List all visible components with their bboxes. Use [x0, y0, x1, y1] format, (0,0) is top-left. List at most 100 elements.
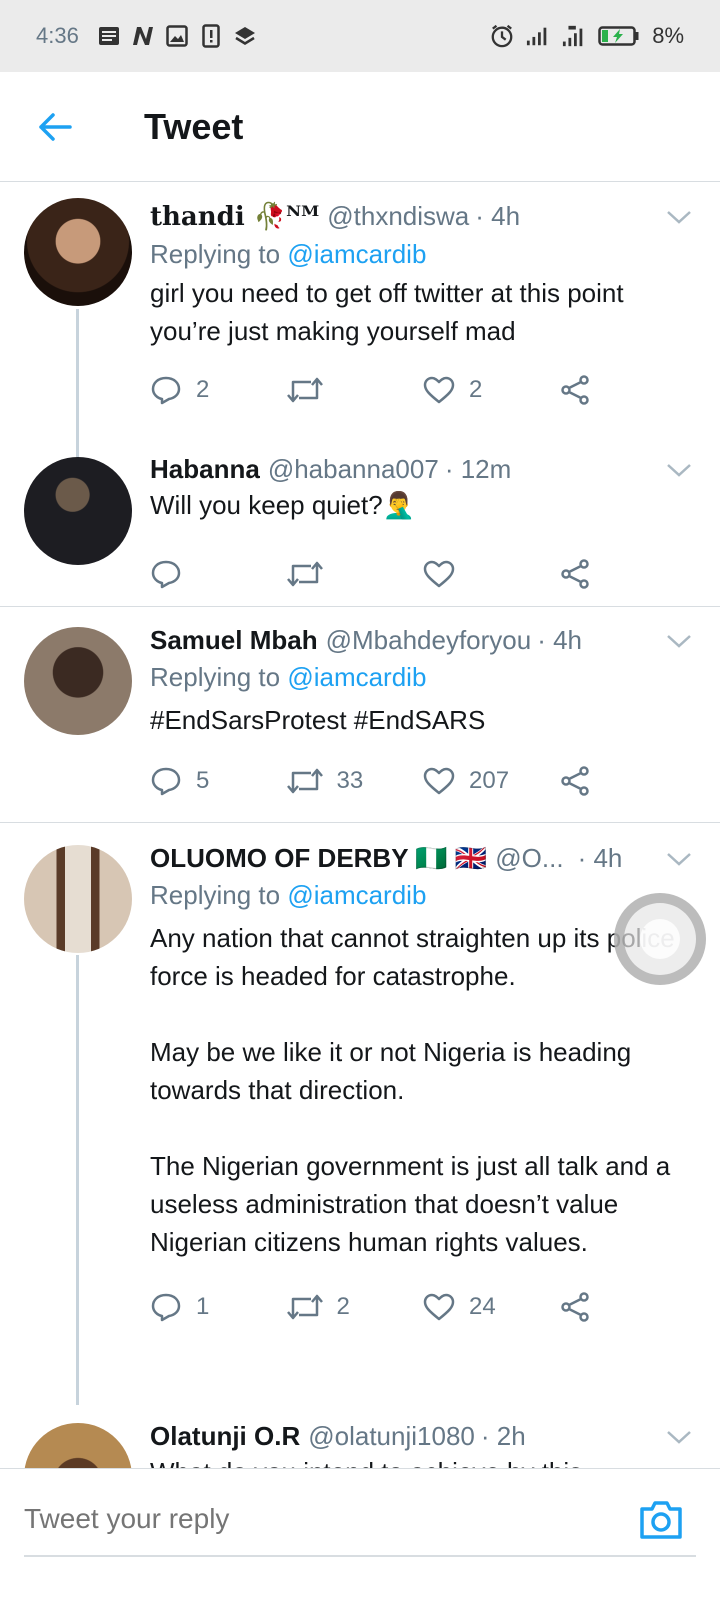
retweet-icon	[286, 561, 323, 587]
reply-icon	[151, 560, 181, 589]
thread-line	[76, 955, 79, 1405]
page-title: Tweet	[144, 105, 244, 147]
camera-icon[interactable]	[638, 1497, 684, 1543]
image-icon	[165, 24, 189, 48]
heart-icon	[423, 1293, 455, 1321]
user-name: thandi 🥀ᴺᴹ	[150, 202, 320, 232]
tweet-item[interactable]: Samuel Mbah @Mbahdeyforyou · 4h Replying…	[0, 607, 720, 823]
tweet-text: Any nation that cannot straighten up its…	[150, 923, 675, 1257]
user-handle: @Mbahdeyforyou	[325, 625, 532, 655]
tweet-item[interactable]: OLUOMO OF DERBY 🇳🇬 🇬🇧 @O... · 4h Replyin…	[0, 823, 720, 1405]
reply-mention-link[interactable]: @iamcardib	[287, 662, 426, 692]
user-handle: @thxndiswa	[327, 201, 470, 231]
retweet-button[interactable]	[286, 376, 424, 404]
notes-icon	[97, 24, 121, 48]
share-icon	[560, 375, 589, 405]
retweet-icon	[286, 768, 323, 794]
tweet-text: girl you need to get off twitter at this…	[150, 278, 624, 346]
reply-mention-link[interactable]: @iamcardib	[287, 239, 426, 269]
avatar[interactable]	[24, 457, 132, 565]
user-name: Habanna	[150, 454, 260, 484]
signal-icon	[526, 24, 550, 48]
share-button[interactable]	[560, 375, 697, 405]
share-icon	[560, 766, 589, 796]
tweet-time: · 4h	[537, 625, 583, 655]
chevron-down-icon[interactable]	[666, 1427, 692, 1447]
back-button[interactable]	[0, 72, 110, 182]
n-app-icon	[131, 24, 155, 48]
avatar[interactable]	[24, 845, 132, 953]
heart-icon	[423, 560, 455, 588]
share-button[interactable]	[560, 1292, 697, 1322]
reply-mention-link[interactable]: @iamcardib	[287, 880, 426, 910]
tweet-item[interactable]: thandi 🥀ᴺᴹ @thxndiswa · 4h Replying to @…	[0, 183, 720, 459]
battery-icon	[598, 24, 640, 48]
retweet-button[interactable]: 33	[286, 767, 424, 795]
status-bar: 4:36 8%	[0, 0, 720, 72]
like-count: 24	[469, 1293, 496, 1320]
share-button[interactable]	[560, 559, 697, 589]
tweet-time: · 2h	[480, 1421, 526, 1451]
chevron-down-icon[interactable]	[666, 631, 692, 651]
tweet-actions: 5 33 207	[150, 751, 696, 811]
hashtag-links[interactable]: #EndSarsProtest #EndSARS	[150, 697, 696, 743]
alarm-icon	[490, 24, 514, 48]
reply-button[interactable]	[150, 559, 287, 589]
user-name: Olatunji O.R	[150, 1421, 301, 1451]
share-button[interactable]	[560, 766, 697, 796]
reply-count: 1	[196, 1293, 210, 1320]
tweet-time: · 12m	[444, 454, 512, 484]
reply-button[interactable]: 1	[150, 1292, 287, 1322]
user-name: Samuel Mbah	[150, 625, 318, 655]
retweet-button[interactable]	[286, 560, 424, 588]
avatar[interactable]	[24, 627, 132, 735]
reply-count: 5	[196, 767, 210, 794]
chevron-down-icon[interactable]	[666, 207, 692, 227]
retweet-count: 2	[336, 1293, 350, 1320]
reply-button[interactable]: 2	[150, 375, 287, 405]
user-handle: @habanna007	[267, 454, 439, 484]
tweet-time: · 4h	[475, 201, 521, 231]
reply-button[interactable]: 5	[150, 766, 287, 796]
like-count: 2	[469, 376, 483, 403]
arrow-left-icon	[39, 112, 72, 141]
status-time: 4:36	[36, 23, 79, 48]
reply-count: 2	[196, 376, 210, 403]
share-icon	[560, 559, 589, 589]
reply-input[interactable]	[0, 1469, 630, 1569]
tweet-time: · 4h	[577, 843, 623, 873]
signal-hd-icon	[562, 24, 586, 48]
layers-icon	[233, 24, 257, 48]
reply-composer	[0, 1468, 720, 1600]
user-name: OLUOMO OF DERBY 🇳🇬 🇬🇧	[150, 843, 488, 873]
like-button[interactable]: 207	[423, 767, 560, 795]
like-button[interactable]: 2	[423, 376, 560, 404]
retweet-icon	[286, 1294, 323, 1320]
replying-to: Replying to @iamcardib	[150, 880, 427, 910]
reply-icon	[151, 376, 181, 405]
battery-percent: 8%	[652, 23, 684, 48]
like-button[interactable]: 24	[423, 1293, 560, 1321]
reply-feed[interactable]: thandi 🥀ᴺᴹ @thxndiswa · 4h Replying to @…	[0, 183, 720, 1500]
chevron-down-icon[interactable]	[666, 849, 692, 869]
tweet-actions: 2 2	[150, 360, 696, 420]
retweet-icon	[286, 377, 323, 403]
heart-icon	[423, 376, 455, 404]
chevron-down-icon[interactable]	[666, 460, 692, 480]
tweet-text: Will you keep quiet?🤦‍♂️	[150, 490, 416, 520]
reply-icon	[151, 1293, 181, 1322]
replying-to: Replying to @iamcardib	[150, 662, 427, 692]
touch-indicator	[614, 893, 706, 985]
retweet-button[interactable]: 2	[286, 1293, 424, 1321]
app-header: Tweet	[0, 72, 720, 182]
share-icon	[560, 1292, 589, 1322]
avatar[interactable]	[24, 198, 132, 306]
user-handle: @O...	[495, 843, 564, 873]
like-count: 207	[469, 767, 510, 794]
retweet-count: 33	[336, 767, 364, 794]
like-button[interactable]	[423, 560, 560, 588]
tweet-actions: 1 2 24	[150, 1277, 696, 1337]
phone-alert-icon	[199, 24, 223, 48]
tweet-item[interactable]: Habanna @habanna007 · 12m Will you keep …	[0, 438, 720, 607]
thread-line	[76, 309, 79, 459]
